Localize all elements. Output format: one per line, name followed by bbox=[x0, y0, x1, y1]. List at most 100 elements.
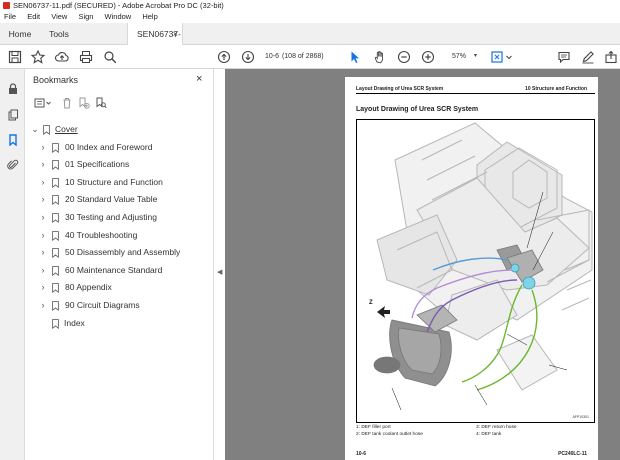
page-number-input[interactable]: 10-6 bbox=[265, 51, 280, 63]
zoom-level-field[interactable]: 57% bbox=[444, 51, 474, 63]
upload-icon[interactable] bbox=[54, 49, 70, 65]
bookmark-item-00-index-and-foreword[interactable]: › 00 Index and Foreword bbox=[25, 139, 213, 156]
bookmark-icon bbox=[52, 265, 59, 276]
bookmark-label: 80 Appendix bbox=[65, 282, 112, 293]
bookmark-icon bbox=[52, 248, 59, 259]
find-icon[interactable] bbox=[102, 49, 118, 65]
menu-file[interactable]: File bbox=[4, 12, 16, 21]
bookmark-icon bbox=[52, 301, 59, 311]
urea-scr-layout-drawing: Z AFP10301 bbox=[356, 119, 595, 423]
bookmark-item-cover[interactable]: ⌄ Cover bbox=[25, 121, 213, 138]
bookmarks-panel-icon[interactable] bbox=[5, 132, 20, 147]
page-thumbnails-icon[interactable] bbox=[5, 107, 20, 122]
hand-icon[interactable] bbox=[372, 49, 388, 65]
chevron-right-icon[interactable]: › bbox=[39, 174, 47, 191]
bookmark-label: 90 Circuit Diagrams bbox=[65, 300, 140, 310]
chevron-right-icon[interactable]: › bbox=[39, 227, 47, 244]
bookmark-item-20-standard-value-table[interactable]: › 20 Standard Value Table bbox=[25, 191, 213, 208]
page-footer-left: 10-6 bbox=[356, 451, 367, 457]
page-header-right: 10 Structure and Function bbox=[525, 86, 587, 92]
comment-icon[interactable] bbox=[556, 49, 572, 65]
share-icon[interactable] bbox=[603, 49, 619, 65]
new-bookmark-icon[interactable] bbox=[77, 96, 91, 110]
chevron-right-icon[interactable]: › bbox=[39, 156, 47, 173]
menu-bar: File Edit View Sign Window Help bbox=[0, 11, 620, 23]
bookmark-item-01-specifications[interactable]: › 01 Specifications bbox=[25, 156, 213, 173]
bookmarks-panel-title: Bookmarks bbox=[33, 75, 79, 85]
menu-window[interactable]: Window bbox=[105, 12, 132, 21]
window-title: SEN06737-11.pdf (SECURED) - Adobe Acroba… bbox=[13, 1, 224, 10]
collapse-panel-icon[interactable]: ◀ bbox=[217, 268, 222, 276]
bookmark-star-icon[interactable] bbox=[30, 49, 46, 65]
menu-sign[interactable]: Sign bbox=[78, 12, 93, 21]
close-panel-icon[interactable]: × bbox=[196, 73, 202, 85]
menu-edit[interactable]: Edit bbox=[27, 12, 40, 21]
page-title: Layout Drawing of Urea SCR System bbox=[356, 106, 479, 113]
pen-icon[interactable] bbox=[580, 49, 596, 65]
fit-dropdown-icon[interactable] bbox=[505, 49, 513, 65]
attachments-icon[interactable] bbox=[5, 157, 20, 172]
select-cursor-icon[interactable] bbox=[347, 49, 363, 65]
bookmark-label: 40 Troubleshooting bbox=[65, 229, 138, 240]
bookmark-label: 50 Disassembly and Assembly bbox=[65, 247, 181, 258]
chevron-right-icon[interactable]: › bbox=[39, 139, 47, 156]
bookmark-icon bbox=[52, 230, 59, 241]
chevron-right-icon[interactable]: › bbox=[39, 297, 47, 314]
menu-help[interactable]: Help bbox=[142, 12, 157, 21]
window-title-bar: SEN06737-11.pdf (SECURED) - Adobe Acroba… bbox=[0, 0, 620, 11]
legend-item-1: 1: DEF filler port bbox=[356, 425, 391, 430]
tab-home[interactable]: Home bbox=[0, 23, 40, 45]
panel-splitter[interactable]: ◀ bbox=[213, 69, 225, 460]
bookmarks-panel: Bookmarks × ⌄ Cover › 00 Index and Forew… bbox=[25, 69, 213, 460]
chevron-right-icon[interactable]: › bbox=[39, 209, 47, 226]
chevron-right-icon[interactable]: › bbox=[39, 279, 47, 296]
chevron-down-icon[interactable]: ⌄ bbox=[31, 121, 39, 138]
bookmark-item-50-disassembly-and-assembly[interactable]: › 50 Disassembly and Assembly bbox=[25, 244, 213, 261]
navigation-rail bbox=[0, 69, 25, 460]
next-page-icon[interactable] bbox=[240, 49, 256, 65]
pdf-page: Layout Drawing of Urea SCR System 10 Str… bbox=[345, 77, 598, 460]
bookmark-item-10-structure-and-function[interactable]: › 10 Structure and Function bbox=[25, 174, 213, 191]
tab-document[interactable]: SEN06737-11.pdf (... × bbox=[127, 23, 183, 61]
save-icon[interactable] bbox=[7, 49, 23, 65]
tab-tools[interactable]: Tools bbox=[40, 23, 78, 45]
bookmark-icon bbox=[43, 125, 50, 135]
tab-bar: Home Tools SEN06737-11.pdf (... × bbox=[0, 23, 620, 61]
prev-page-icon[interactable] bbox=[216, 49, 232, 65]
bookmark-icon bbox=[52, 195, 59, 206]
page-header-left: Layout Drawing of Urea SCR System bbox=[356, 86, 444, 92]
find-bookmark-icon[interactable] bbox=[94, 96, 108, 110]
bookmark-icon bbox=[52, 213, 59, 223]
bookmark-label: 01 Specifications bbox=[65, 159, 130, 170]
bookmark-item-30-testing-and-adjusting[interactable]: › 30 Testing and Adjusting bbox=[25, 209, 213, 226]
bookmarks-toolbar bbox=[32, 96, 142, 110]
zoom-out-icon[interactable] bbox=[396, 49, 412, 65]
chevron-right-icon[interactable]: › bbox=[39, 244, 47, 261]
page-number-box: 10-6 (108 of 2868) bbox=[265, 51, 327, 63]
close-tab-icon[interactable]: × bbox=[173, 23, 178, 45]
lock-icon[interactable] bbox=[5, 81, 20, 96]
options-menu-icon[interactable] bbox=[34, 96, 52, 110]
chevron-right-icon[interactable]: › bbox=[39, 262, 47, 279]
bookmark-item-40-troubleshooting[interactable]: › 40 Troubleshooting bbox=[25, 227, 213, 244]
machine-frame-illustration: Z bbox=[369, 122, 593, 411]
fit-page-icon[interactable] bbox=[489, 49, 505, 65]
bookmark-item-index[interactable]: Index bbox=[25, 315, 213, 332]
zoom-dropdown-icon[interactable]: ▾ bbox=[474, 52, 477, 59]
bookmark-label: 20 Standard Value Table bbox=[65, 194, 158, 205]
print-icon[interactable] bbox=[78, 49, 94, 65]
document-viewer[interactable]: Layout Drawing of Urea SCR System 10 Str… bbox=[225, 69, 620, 460]
zoom-in-icon[interactable] bbox=[420, 49, 436, 65]
bookmark-icon bbox=[52, 283, 59, 294]
main-toolbar: 10-6 (108 of 2868) 57% ▾ bbox=[0, 45, 620, 69]
menu-view[interactable]: View bbox=[51, 12, 67, 21]
bookmark-item-80-appendix[interactable]: › 80 Appendix bbox=[25, 279, 213, 296]
bookmark-icon bbox=[52, 177, 59, 188]
bookmark-icon bbox=[52, 318, 59, 329]
bookmark-item-90-circuit-diagrams[interactable]: › 90 Circuit Diagrams bbox=[25, 297, 213, 314]
legend-item-2: 2: DEF tank coolant outlet hose bbox=[356, 432, 423, 437]
delete-bookmark-icon[interactable] bbox=[60, 96, 74, 110]
bookmark-label: Cover bbox=[55, 124, 78, 134]
chevron-right-icon[interactable]: › bbox=[39, 191, 47, 208]
bookmark-item-60-maintenance-standard[interactable]: › 60 Maintenance Standard bbox=[25, 262, 213, 279]
